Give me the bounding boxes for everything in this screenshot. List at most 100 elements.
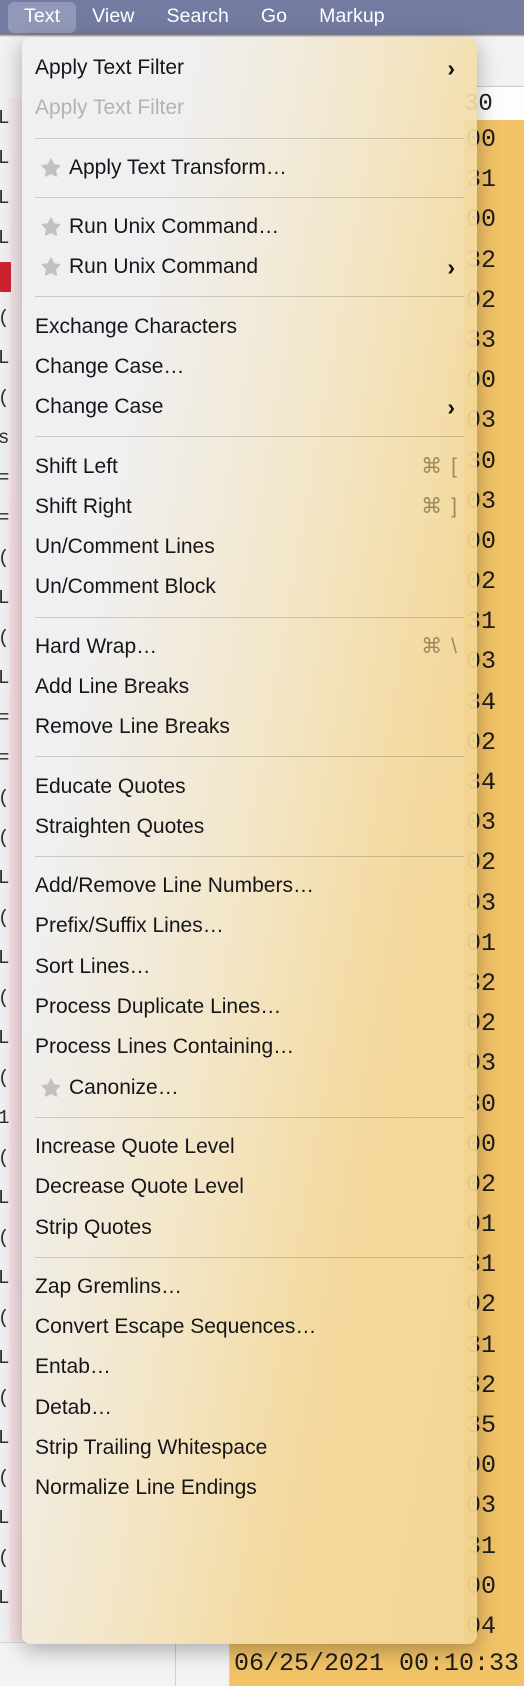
gutter-glyph: ( [0,778,10,818]
menu-item-change-case[interactable]: Change Case… [22,347,477,387]
menu-item-change-case[interactable]: Change Case › [22,387,477,427]
screen-root: LLLLo(L(s==(L(L==((L(L(L(1(L(L(L(L(L(L 3… [0,0,524,1686]
menu-item-label: Decrease Quote Level [35,1175,244,1199]
menu-item-strip-quotes[interactable]: Strip Quotes [22,1207,477,1247]
menu-item-process-duplicate-lines[interactable]: Process Duplicate Lines… [22,987,477,1027]
menu-item-label: Strip Trailing Whitespace [35,1436,268,1460]
gutter-glyph: ( [0,1378,10,1418]
menu-item-remove-line-breaks[interactable]: Remove Line Breaks [22,707,477,747]
menu-item-label: Exchange Characters [35,314,237,338]
gutter-glyph: L [0,107,10,129]
menu-separator [35,1256,464,1258]
text-menu-dropdown: Apply Text Filter › Apply Text Filter Apply… [22,37,477,1644]
gutter-glyph: L [0,187,10,209]
menu-separator [35,196,464,198]
menu-item-label: Zap Gremlins… [35,1274,183,1298]
menu-bar: Text View Search Go Markup [0,0,524,34]
menu-item-shift-right[interactable]: Shift Right ⌘] [22,487,477,527]
menu-item-process-lines-containing[interactable]: Process Lines Containing… [22,1027,477,1067]
menubar-item-markup[interactable]: Markup [303,2,401,33]
gutter-glyph: s [0,427,10,449]
menu-item-label: Increase Quote Level [35,1134,235,1158]
gutter-glyph: = [0,507,10,529]
gutter-glyph: L [0,1027,10,1049]
gutter-glyph: ( [0,818,10,858]
menu-item-add-remove-line-numbers[interactable]: Add/Remove Line Numbers… [22,866,477,906]
menubar-item-search[interactable]: Search [151,2,245,33]
menu-item-canonize[interactable]: Canonize… [22,1068,477,1108]
gutter-glyph: ( [0,538,10,578]
menu-separator [35,756,464,758]
menu-item-strip-trailing-whitespace[interactable]: Strip Trailing Whitespace [22,1428,477,1468]
gutter-glyph: = [0,707,10,729]
menu-item-convert-escape-sequences[interactable]: Convert Escape Sequences… [22,1307,477,1347]
gutter-glyph: ( [0,1458,10,1498]
gutter-glyph: ( [0,378,10,418]
submenu-chevron-right-icon: › [447,393,455,420]
submenu-chevron-right-icon: › [447,54,455,81]
shortcut-key: \ [451,634,457,658]
star-icon [35,256,67,278]
gutter-glyph: L [0,1267,10,1289]
menu-item-shortcut: ⌘] [421,494,457,519]
menu-item-label: Educate Quotes [35,774,186,798]
shortcut-key: ] [451,494,457,518]
menu-item-label: Change Case [35,395,164,419]
menu-item-prefix-suffix-lines[interactable]: Prefix/Suffix Lines… [22,906,477,946]
menu-item-label: Normalize Line Endings [35,1476,257,1500]
menu-item-label: Change Case… [35,354,185,378]
menu-item-apply-text-filter[interactable]: Apply Text Filter › [22,48,477,88]
gutter-glyph: ( [0,1138,10,1178]
gutter-glyph: L [0,667,10,689]
menu-item-shift-left[interactable]: Shift Left ⌘[ [22,446,477,486]
menu-item-apply-text-transform[interactable]: Apply Text Transform… [22,148,477,188]
menu-item-hard-wrap[interactable]: Hard Wrap… ⌘ \ [22,627,477,667]
gutter-glyph: = [0,467,10,489]
gutter-glyph: ( [0,1218,10,1258]
menubar-item-view[interactable]: View [76,2,150,33]
menu-item-label: Add Line Breaks [35,675,190,698]
menu-item-label: Canonize… [69,1075,179,1099]
menu-item-label: Un/Comment Lines [35,535,215,559]
menu-item-label: Convert Escape Sequences… [35,1315,317,1339]
gutter-glyph: ( [0,618,10,658]
menu-item-run-unix-command[interactable]: Run Unix Command… [22,207,477,247]
menu-item-decrease-quote-level[interactable]: Decrease Quote Level [22,1167,477,1207]
menu-item-add-line-breaks[interactable]: Add Line Breaks [22,667,477,707]
gutter-glyph: ( [0,1058,10,1098]
menubar-item-go[interactable]: Go [245,2,303,33]
menubar-item-text[interactable]: Text [8,1,77,33]
menu-item-exchange-characters[interactable]: Exchange Characters [22,306,477,346]
menu-item-zap-gremlins[interactable]: Zap Gremlins… [22,1267,477,1307]
menu-item-run-unix-command[interactable]: Run Unix Command › [22,247,477,287]
menu-item-normalize-line-endings[interactable]: Normalize Line Endings [22,1468,477,1508]
command-key-icon: ⌘ [421,455,443,479]
menu-separator [35,436,464,438]
menu-item-educate-quotes[interactable]: Educate Quotes [22,766,477,806]
gutter-glyph: L [0,1187,10,1209]
gutter-glyph: = [0,747,10,769]
gutter-glyph: L [0,947,10,969]
menu-item-label: Strip Quotes [35,1215,152,1239]
gutter-glyph: 1 [0,1107,10,1129]
gutter-glyph: L [0,1347,10,1369]
gutter-glyph: L [0,227,10,249]
menu-item-entab[interactable]: Entab… [22,1347,477,1387]
menu-item-straighten-quotes[interactable]: Straighten Quotes [22,807,477,847]
menu-item-shortcut: ⌘[ [421,454,457,479]
menu-item-label: Process Lines Containing… [35,1035,295,1059]
menu-item-un-comment-lines[interactable]: Un/Comment Lines [22,527,477,567]
menu-separator [35,856,464,858]
submenu-chevron-right-icon: › [447,253,455,280]
gutter-glyph: L [0,867,10,889]
menu-item-label: Apply Text Filter [35,96,184,120]
menu-item-label: Detab… [35,1395,113,1419]
background-error-marker [0,262,11,292]
menu-item-sort-lines[interactable]: Sort Lines… [22,947,477,987]
menu-item-detab[interactable]: Detab… [22,1388,477,1428]
gutter-glyph: ( [0,978,10,1018]
menu-separator [35,296,464,298]
menu-item-un-comment-block[interactable]: Un/Comment Block [22,567,477,607]
menu-item-increase-quote-level[interactable]: Increase Quote Level [22,1127,477,1167]
menu-item-label: Remove Line Breaks [35,715,230,739]
